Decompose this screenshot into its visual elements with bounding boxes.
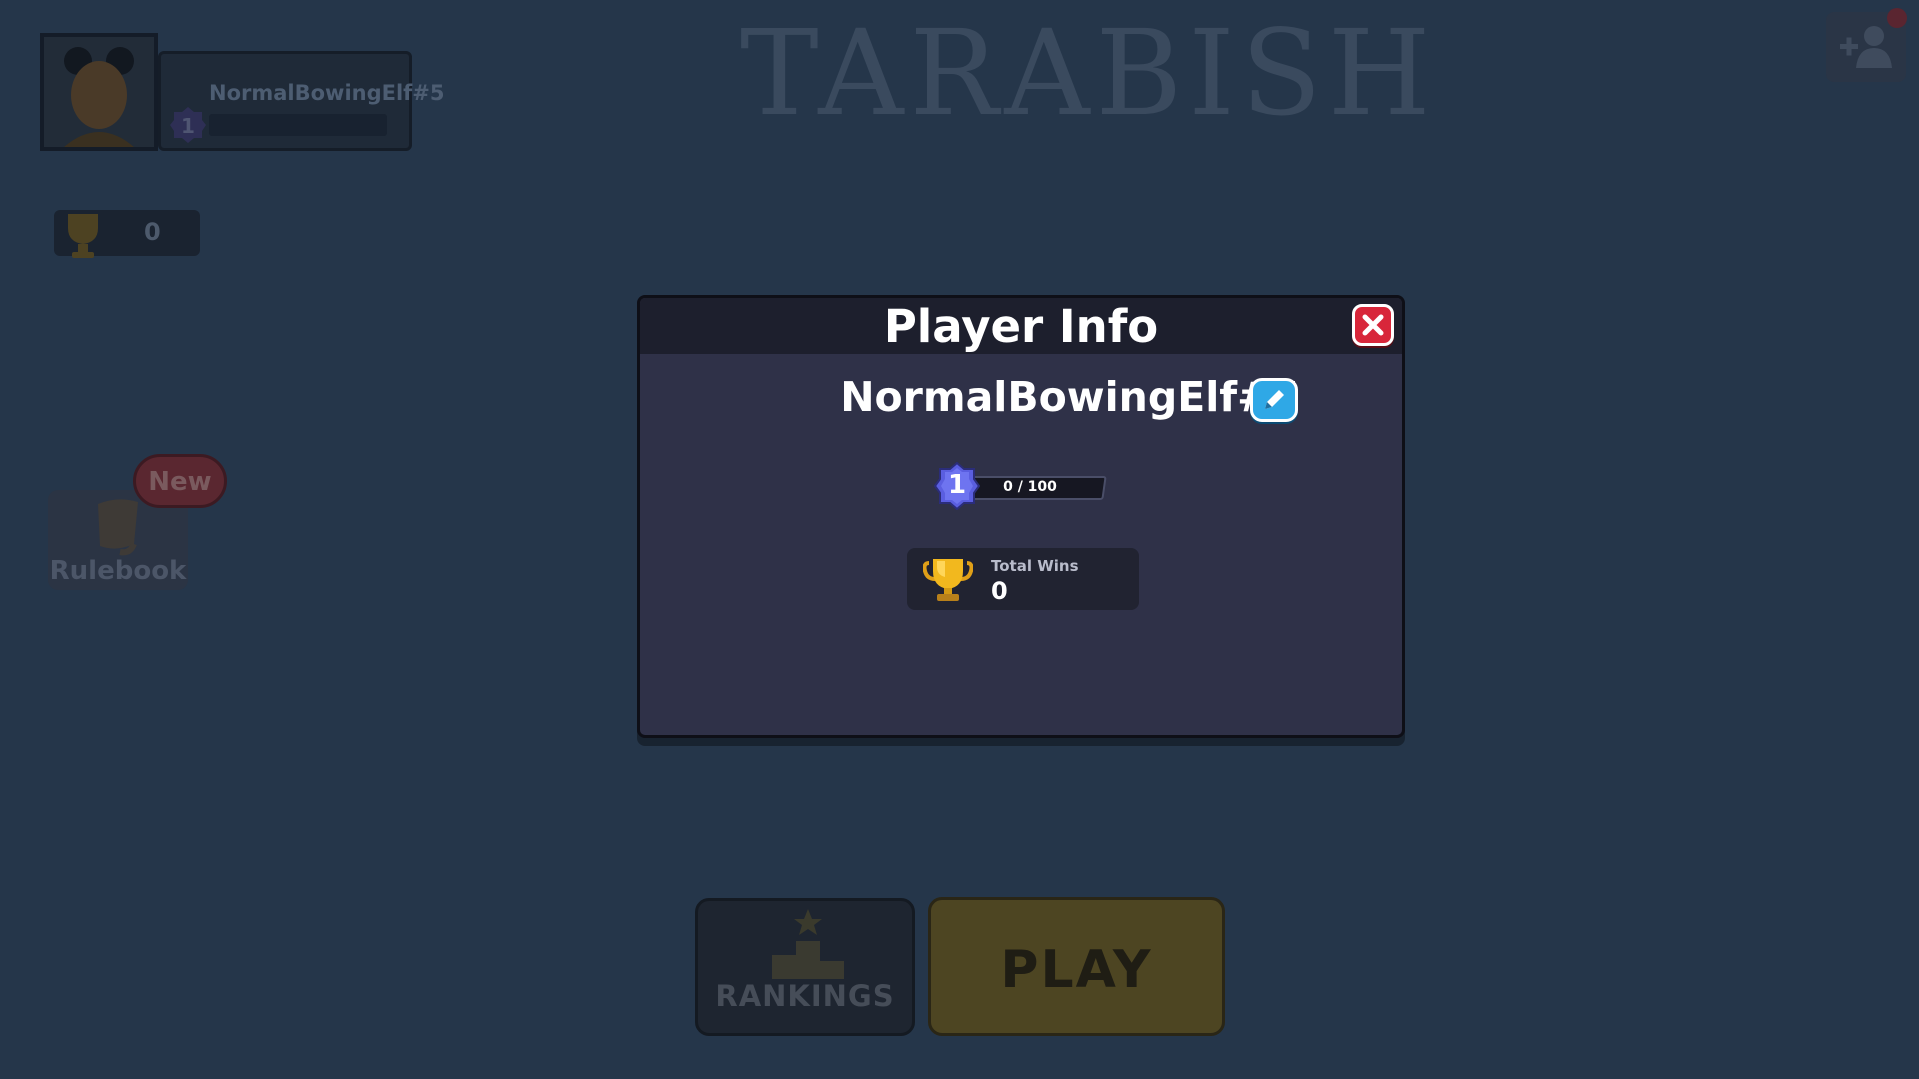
- total-wins-label: Total Wins: [991, 557, 1079, 575]
- pencil-icon: [1265, 390, 1284, 409]
- total-wins-value: 0: [991, 577, 1008, 605]
- close-icon: [1362, 314, 1384, 336]
- player-name: NormalBowingElf#5: [840, 373, 1300, 421]
- modal-header: Player Info: [640, 298, 1402, 354]
- close-button[interactable]: [1352, 304, 1394, 346]
- player-info-modal: Player Info NormalBowingElf#5 0 / 100 1: [637, 295, 1405, 738]
- xp-text: 0 / 100: [1003, 479, 1057, 495]
- level-progress: 0 / 100 1: [934, 462, 1107, 510]
- modal-title: Player Info: [883, 300, 1159, 353]
- level-number: 1: [947, 470, 967, 500]
- edit-name-button[interactable]: [1250, 378, 1298, 422]
- trophy-icon: [923, 559, 973, 601]
- total-wins-card: Total Wins 0: [907, 548, 1139, 610]
